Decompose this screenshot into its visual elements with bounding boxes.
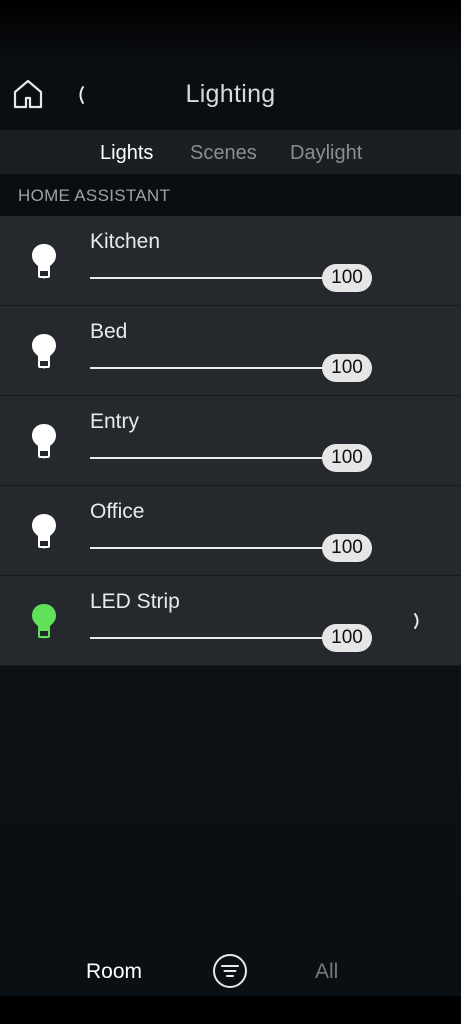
light-toggle[interactable] xyxy=(30,242,58,282)
light-name: LED Strip xyxy=(90,590,180,613)
detail-button[interactable] xyxy=(410,610,424,632)
lightbulb-icon xyxy=(32,424,56,459)
light-row[interactable]: Office 100 xyxy=(0,486,461,576)
lightbulb-icon xyxy=(32,604,56,639)
slider-thumb[interactable]: 100 xyxy=(322,264,372,292)
filter-button[interactable] xyxy=(212,953,248,989)
nav-all[interactable]: All xyxy=(315,960,338,984)
page-title: Lighting xyxy=(185,80,276,108)
tab-scenes[interactable]: Scenes xyxy=(190,142,257,165)
lightbulb-icon xyxy=(32,514,56,549)
lightbulb-icon xyxy=(32,334,56,369)
section-label: HOME ASSISTANT xyxy=(18,186,171,205)
chevron-right-icon xyxy=(414,613,419,629)
slider-thumb[interactable]: 100 xyxy=(322,444,372,472)
light-row[interactable]: Bed 100 xyxy=(0,306,461,396)
system-bar xyxy=(0,996,461,1024)
light-toggle[interactable] xyxy=(30,422,58,462)
brightness-slider[interactable]: 100 xyxy=(90,444,372,474)
lightbulb-icon xyxy=(32,244,56,279)
light-name: Entry xyxy=(90,410,140,433)
light-name: Office xyxy=(90,500,145,523)
slider-thumb[interactable]: 100 xyxy=(322,534,372,562)
brightness-slider[interactable]: 100 xyxy=(90,264,372,294)
slider-thumb[interactable]: 100 xyxy=(322,624,372,652)
light-toggle[interactable] xyxy=(30,332,58,372)
light-toggle[interactable] xyxy=(30,602,58,642)
light-toggle[interactable] xyxy=(30,512,58,552)
tab-lights[interactable]: Lights xyxy=(100,142,153,165)
bottom-nav: Room All xyxy=(0,940,461,1000)
tab-daylight[interactable]: Daylight xyxy=(290,142,362,165)
lights-list: Kitchen 100 Bed 100 Entry 100 Office 100 LED Str… xyxy=(0,216,461,666)
light-row[interactable]: Kitchen 100 xyxy=(0,216,461,306)
filter-icon xyxy=(213,954,247,988)
light-row[interactable]: LED Strip 100 xyxy=(0,576,461,666)
brightness-slider[interactable]: 100 xyxy=(90,624,372,654)
light-row[interactable]: Entry 100 xyxy=(0,396,461,486)
light-name: Kitchen xyxy=(90,230,161,253)
nav-room[interactable]: Room xyxy=(86,960,142,984)
brightness-slider[interactable]: 100 xyxy=(90,534,372,564)
header: Lighting xyxy=(0,60,461,130)
tab-bar: Lights Scenes Daylight xyxy=(0,130,461,174)
lighting-screen: Lighting Lights Scenes Daylight HOME ASS… xyxy=(0,0,461,1024)
light-name: Bed xyxy=(90,320,128,343)
slider-thumb[interactable]: 100 xyxy=(322,354,372,382)
brightness-slider[interactable]: 100 xyxy=(90,354,372,384)
